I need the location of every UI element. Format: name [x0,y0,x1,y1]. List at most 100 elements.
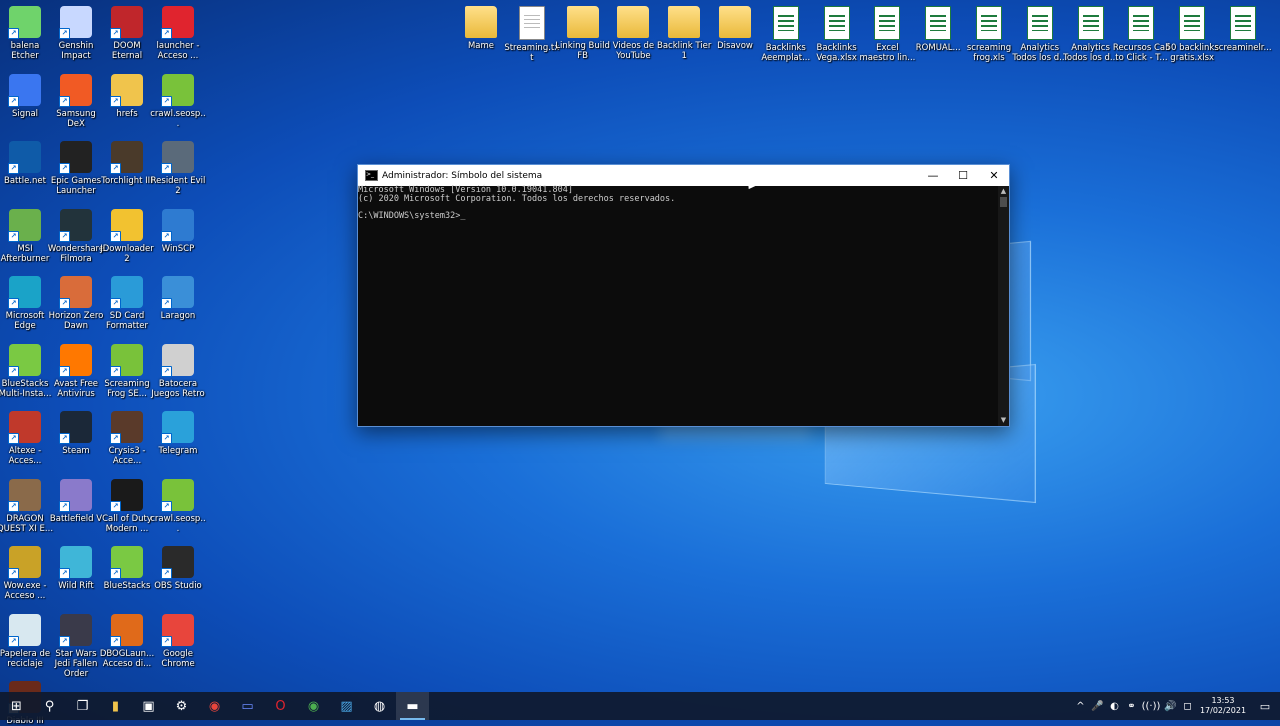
spreadsheet-icon [925,6,952,40]
network-status-icon[interactable]: ◐ [1106,701,1123,712]
desktop-icon[interactable]: ↗ hrefs [98,73,156,119]
scroll-up-arrow-icon[interactable]: ▲ [998,186,1009,197]
desktop-file-icon[interactable]: Disavow [706,6,764,51]
desktop-icon[interactable]: ↗ BlueStacks Multi-Insta... [0,343,54,399]
desktop-file-icon[interactable]: Backlinks Aeemplat... [757,6,815,63]
minimize-button[interactable]: — [918,165,948,186]
desktop-icon[interactable]: ↗ Telegram [149,411,207,456]
desktop-icon[interactable]: ↗ balena Etcher [0,6,54,61]
shortcut-arrow-icon: ↗ [8,163,19,174]
desktop-icon[interactable]: ↗ MSI Afterburner [0,208,54,264]
store-icon[interactable]: ▣ [132,692,165,720]
desktop-icon[interactable]: ↗ SD Card Formatter [98,276,156,331]
wow-icon: ↗ [8,546,41,579]
shortcut-arrow-icon: ↗ [161,433,172,444]
tray-chevron-icon[interactable]: ^ [1072,701,1089,712]
desktop-icon[interactable]: ↗ Wild Rift [47,546,105,591]
desktop-icon[interactable]: ↗ Torchlight III [98,141,156,186]
microphone-icon[interactable]: 🎤 [1089,701,1106,712]
desktop-file-icon[interactable]: screaming frog.xls [960,6,1018,63]
desktop-file-icon[interactable]: Backlink Tier 1 [655,6,713,61]
cmd-console-output[interactable]: Microsoft Windows [Versión 10.0.19041.80… [358,186,998,426]
desktop-icon[interactable]: ↗ launcher - Acceso ... [149,6,207,61]
desktop-icon[interactable]: ↗ Crysis3 - Acce... [98,411,156,466]
desktop-icon[interactable]: ↗ Battle.net [0,141,54,186]
obs-icon[interactable]: ◍ [363,692,396,720]
desktop-icon-label: Analytics Todos los d... [1012,43,1068,63]
desktop-icon[interactable]: ↗ WinSCP [149,208,207,254]
cmd-app-icon: >_ [365,170,378,181]
cmd-scrollbar[interactable]: ▲ ▼ [998,186,1009,426]
shortcut-arrow-icon: ↗ [110,568,121,579]
desktop-file-icon[interactable]: Videos de YouTube [604,6,662,61]
desktop-icon[interactable]: ↗ Google Chrome [149,613,207,669]
desktop-file-icon[interactable]: Excel maestro lin... [858,6,916,63]
desktop-icon[interactable]: ↗ Resident Evil 2 [149,141,207,196]
task-view-icon[interactable]: ❐ [66,692,99,720]
vpn-icon[interactable]: ⚭ [1123,701,1140,712]
desktop-icon[interactable]: ↗ DOOM Eternal [98,6,156,61]
desktop-file-icon[interactable]: 50 backlinks gratis.xlsx [1163,6,1221,63]
cmd-window[interactable]: >_ Administrador: Símbolo del sistema — … [357,164,1010,427]
desktop-icon[interactable]: ↗ Altexe - Acces... [0,411,54,466]
desktop-icon[interactable]: ↗ Batocera Juegos Retro [149,343,207,399]
desktop-icon[interactable]: ↗ crawl.seosp... [149,478,207,534]
language-icon[interactable]: ◻ [1179,701,1196,712]
desktop-icon[interactable]: ↗ Genshin Impact [47,6,105,61]
desktop-icon[interactable]: ↗ JDownloader 2 [98,208,156,264]
desktop-icon[interactable]: ↗ Call of Duty Modern ... [98,478,156,534]
file-explorer-icon[interactable]: ▮ [99,692,132,720]
desktop-icon[interactable]: ↗ Laragon [149,276,207,321]
maximize-button[interactable]: ☐ [948,165,978,186]
desktop-icon[interactable]: ↗ Steam [47,411,105,456]
cmd-title-bar[interactable]: >_ Administrador: Símbolo del sistema — … [358,165,1009,186]
search-icon[interactable]: ⚲ [33,692,66,720]
opera-icon[interactable]: O [264,692,297,720]
desktop-icon[interactable]: ↗ Samsung DeX [47,73,105,129]
desktop-icon[interactable]: ↗ Star Wars Jedi Fallen Order [47,613,105,679]
shortcut-arrow-icon: ↗ [161,635,172,647]
desktop-file-icon[interactable]: ROMUAL... [909,6,967,53]
desktop-file-icon[interactable]: Recursos Call to Click - T... [1112,6,1170,63]
cmd-icon[interactable]: ▬ [396,692,429,720]
scroll-down-arrow-icon[interactable]: ▼ [998,415,1009,426]
desktop-icon[interactable]: ↗ Papelera de reciclaje [0,613,54,669]
desktop-file-icon[interactable]: Backlinks Vega.xlsx [808,6,866,63]
desktop-icon[interactable]: ↗ DRAGON QUEST XI E... [0,478,54,534]
clock[interactable]: 13:53 17/02/2021 [1196,696,1250,716]
desktop-icon[interactable]: ↗ crawl.seosp... [149,73,207,129]
start-button[interactable]: ⊞ [0,692,33,720]
recycle-bin-icon: ↗ [8,613,41,647]
desktop-icon[interactable]: ↗ Wow.exe - Acceso ... [0,546,54,601]
desktop-icon[interactable]: ↗ Signal [0,73,54,119]
remote-icon[interactable]: ▭ [231,692,264,720]
desktop-file-icon[interactable]: screaminelr... [1214,6,1272,53]
desktop-icon[interactable]: ↗ Battlefield V [47,478,105,524]
settings-icon[interactable]: ⚙ [165,692,198,720]
desktop-icon[interactable]: ↗ Epic Games Launcher [47,141,105,196]
notification-center-icon[interactable]: ▭ [1250,700,1280,713]
scroll-thumb[interactable] [1000,197,1007,207]
speaker-icon[interactable]: 🔊 [1162,701,1179,712]
desktop-icon[interactable]: ↗ Wondershare Filmora [47,208,105,264]
chrome-alt-icon[interactable]: ◉ [297,692,330,720]
desktop-icon[interactable]: ↗ Screaming Frog SE... [98,343,156,399]
desktop-icon[interactable]: ↗ Horizon Zero Dawn [47,276,105,331]
wifi-icon[interactable]: ((·)) [1140,701,1162,712]
desktop-icon[interactable]: ↗ BlueStacks [98,546,156,591]
desktop-icon[interactable]: ↗ OBS Studio [149,546,207,591]
shortcut-arrow-icon: ↗ [8,230,19,242]
desktop-file-icon[interactable]: Analytics Todos los d... [1062,6,1120,63]
photos-icon[interactable]: ▨ [330,692,363,720]
chrome-icon[interactable]: ◉ [198,692,231,720]
desktop-file-icon[interactable]: Linking Build FB [554,6,612,61]
desktop-file-icon[interactable]: Streaming.txt [503,6,561,63]
battlenet-icon: ↗ [8,141,41,174]
desktop-icon[interactable]: ↗ Avast Free Antivirus [47,343,105,399]
close-button[interactable]: ✕ [979,165,1009,186]
desktop-file-icon[interactable]: Mame [452,6,510,51]
desktop-icon[interactable]: ↗ DBOGLaun... Acceso di... [98,613,156,669]
desktop-file-icon[interactable]: Analytics Todos los d... [1011,6,1069,63]
desktop-icon[interactable]: ↗ Microsoft Edge [0,276,54,331]
frog-icon: ↗ [161,73,194,107]
